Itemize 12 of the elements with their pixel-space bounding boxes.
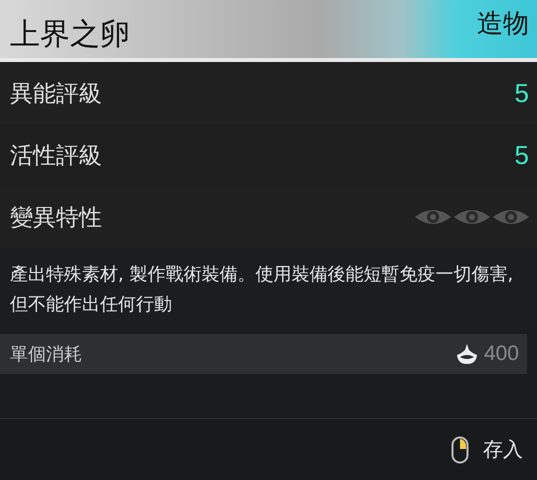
mouse-icon (451, 436, 469, 464)
stat-label: 活性評級 (10, 142, 102, 170)
currency-icon (456, 343, 478, 365)
item-title: 上界之卵 (10, 16, 130, 54)
cost-label: 單個消耗 (10, 343, 83, 366)
store-button[interactable]: 存入 (483, 436, 523, 463)
stat-value: 5 (514, 140, 529, 170)
item-category: 造物 (477, 8, 529, 41)
stat-label: 變異特性 (10, 204, 102, 232)
cost-amount: 400 (484, 342, 519, 366)
stat-label: 異能評級 (10, 80, 102, 108)
stat-value: 5 (514, 78, 529, 108)
